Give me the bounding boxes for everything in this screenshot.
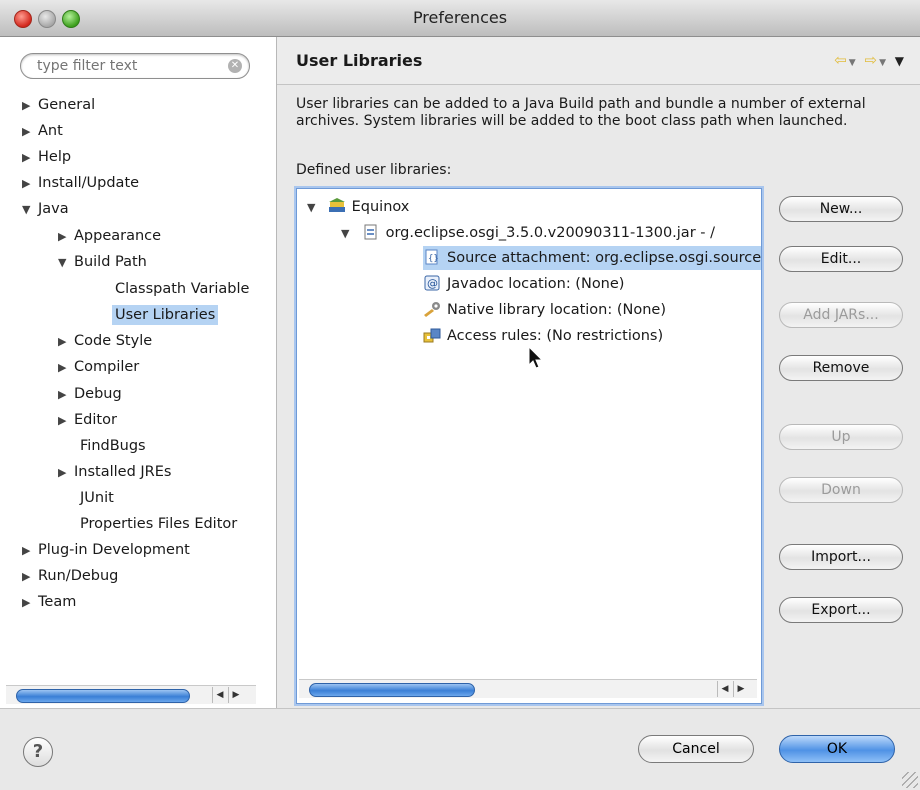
scroll-left-arrow-icon[interactable]: ◀ bbox=[717, 681, 732, 697]
tree-item-ant[interactable]: ▶ Ant bbox=[22, 119, 63, 143]
tree-horizontal-scrollbar[interactable]: ◀ ▶ bbox=[6, 685, 256, 704]
expand-triangle-icon[interactable]: ▶ bbox=[22, 94, 38, 118]
source-attachment-icon: {} bbox=[425, 249, 439, 265]
expand-triangle-icon[interactable]: ▶ bbox=[22, 172, 38, 196]
expand-triangle-icon[interactable]: ▶ bbox=[58, 225, 74, 249]
tree-item-installed-jres[interactable]: ▶ Installed JREs bbox=[58, 460, 171, 484]
window-title: Preferences bbox=[412, 8, 508, 27]
tree-item-user-libraries[interactable]: User Libraries bbox=[112, 303, 219, 327]
forward-history-dropdown-icon[interactable]: ▼ bbox=[879, 58, 888, 68]
tree-item-appearance[interactable]: ▶ Appearance bbox=[58, 224, 161, 248]
scrollbar-thumb[interactable] bbox=[309, 683, 475, 697]
up-button[interactable]: Up bbox=[779, 424, 903, 450]
library-icon bbox=[328, 198, 345, 212]
native-library-icon bbox=[424, 302, 440, 317]
user-libraries-tree[interactable]: ▼ Equinox ▼ org.eclipse.osgi_3.5.0.v2009… bbox=[296, 188, 762, 704]
new-button[interactable]: New... bbox=[779, 196, 903, 222]
dialog-button-bar: ? Cancel OK bbox=[0, 708, 920, 790]
tree-item-team[interactable]: ▶ Team bbox=[22, 590, 76, 614]
mouse-pointer-icon bbox=[528, 346, 544, 369]
tree-item-findbugs[interactable]: FindBugs bbox=[80, 434, 146, 458]
add-jars-button[interactable]: Add JARs... bbox=[779, 302, 903, 328]
expand-triangle-icon[interactable]: ▶ bbox=[22, 146, 38, 170]
library-javadoc-location[interactable]: @ Javadoc location: (None) bbox=[423, 272, 624, 296]
history-nav: ⇦▼ ⇨▼ ▼ bbox=[834, 51, 906, 69]
resize-grip-icon[interactable] bbox=[902, 772, 918, 788]
tree-item-plugin-development[interactable]: ▶ Plug-in Development bbox=[22, 538, 190, 562]
expand-triangle-icon[interactable]: ▶ bbox=[58, 409, 74, 433]
help-icon[interactable]: ? bbox=[23, 737, 53, 767]
jar-icon bbox=[364, 224, 377, 240]
svg-text:{}: {} bbox=[428, 254, 439, 264]
page-description: User libraries can be added to a Java Bu… bbox=[296, 96, 866, 129]
clear-filter-icon[interactable]: ✕ bbox=[228, 59, 242, 73]
tree-item-compiler[interactable]: ▶ Compiler bbox=[58, 355, 139, 379]
library-source-attachment[interactable]: {} Source attachment: org.eclipse.osgi.s… bbox=[423, 246, 761, 270]
libraries-horizontal-scrollbar[interactable]: ◀ ▶ bbox=[299, 679, 757, 698]
page-header: User Libraries ⇦▼ ⇨▼ ▼ bbox=[277, 37, 920, 85]
expand-triangle-icon[interactable]: ▶ bbox=[22, 539, 38, 563]
library-access-rules[interactable]: Access rules: (No restrictions) bbox=[423, 324, 663, 348]
expand-triangle-icon[interactable]: ▶ bbox=[22, 565, 38, 589]
tree-item-build-path[interactable]: ▼ Build Path bbox=[58, 250, 147, 274]
edit-button[interactable]: Edit... bbox=[779, 246, 903, 272]
collapse-triangle-icon[interactable]: ▼ bbox=[341, 222, 357, 246]
tree-item-run-debug[interactable]: ▶ Run/Debug bbox=[22, 564, 118, 588]
scroll-right-arrow-icon[interactable]: ▶ bbox=[733, 681, 748, 697]
expand-triangle-icon[interactable]: ▶ bbox=[22, 591, 38, 615]
defined-libraries-label: Defined user libraries: bbox=[296, 162, 452, 178]
tree-item-java[interactable]: ▼ Java bbox=[22, 197, 69, 221]
collapse-triangle-icon[interactable]: ▼ bbox=[307, 196, 323, 220]
collapse-triangle-icon[interactable]: ▼ bbox=[22, 198, 38, 222]
expand-triangle-icon[interactable]: ▶ bbox=[58, 330, 74, 354]
back-arrow-icon[interactable]: ⇦ bbox=[834, 51, 849, 69]
tree-item-properties-files-editor[interactable]: Properties Files Editor bbox=[80, 512, 237, 536]
title-bar: Preferences bbox=[0, 0, 920, 37]
view-menu-icon[interactable]: ▼ bbox=[895, 54, 906, 68]
expand-triangle-icon[interactable]: ▶ bbox=[58, 356, 74, 380]
tree-item-debug[interactable]: ▶ Debug bbox=[58, 382, 122, 406]
cancel-button[interactable]: Cancel bbox=[638, 735, 754, 763]
scrollbar-thumb[interactable] bbox=[16, 689, 190, 703]
tree-item-help[interactable]: ▶ Help bbox=[22, 145, 71, 169]
ok-button[interactable]: OK bbox=[779, 735, 895, 763]
forward-arrow-icon[interactable]: ⇨ bbox=[864, 51, 879, 69]
import-button[interactable]: Import... bbox=[779, 544, 903, 570]
expand-triangle-icon[interactable]: ▶ bbox=[58, 461, 74, 485]
expand-triangle-icon[interactable]: ▶ bbox=[22, 120, 38, 144]
expand-triangle-icon[interactable]: ▶ bbox=[58, 383, 74, 407]
collapse-triangle-icon[interactable]: ▼ bbox=[58, 251, 74, 275]
tree-item-install-update[interactable]: ▶ Install/Update bbox=[22, 171, 139, 195]
tree-item-classpath-variables[interactable]: Classpath Variable bbox=[115, 277, 249, 301]
tree-item-editor[interactable]: ▶ Editor bbox=[58, 408, 117, 432]
library-native-location[interactable]: Native library location: (None) bbox=[423, 298, 666, 322]
export-button[interactable]: Export... bbox=[779, 597, 903, 623]
filter-field[interactable]: ✕ bbox=[20, 53, 250, 79]
filter-input[interactable] bbox=[35, 56, 219, 76]
tree-item-general[interactable]: ▶ General bbox=[22, 93, 95, 117]
remove-button[interactable]: Remove bbox=[779, 355, 903, 381]
scroll-right-arrow-icon[interactable]: ▶ bbox=[228, 687, 243, 703]
back-history-dropdown-icon[interactable]: ▼ bbox=[849, 58, 858, 68]
svg-text:@: @ bbox=[427, 277, 438, 290]
tree-item-code-style[interactable]: ▶ Code Style bbox=[58, 329, 152, 353]
library-jar[interactable]: ▼ org.eclipse.osgi_3.5.0.v20090311-1300.… bbox=[341, 221, 715, 245]
down-button[interactable]: Down bbox=[779, 477, 903, 503]
javadoc-icon: @ bbox=[424, 275, 440, 291]
tree-item-junit[interactable]: JUnit bbox=[80, 486, 114, 510]
access-rules-icon bbox=[423, 328, 441, 343]
library-equinox[interactable]: ▼ Equinox bbox=[307, 195, 409, 219]
page-title: User Libraries bbox=[296, 51, 423, 70]
scroll-left-arrow-icon[interactable]: ◀ bbox=[212, 687, 227, 703]
preferences-tree-pane: ✕ ▶General ▶Ant ▶Help ▶Install/Update ▼J… bbox=[0, 37, 277, 708]
